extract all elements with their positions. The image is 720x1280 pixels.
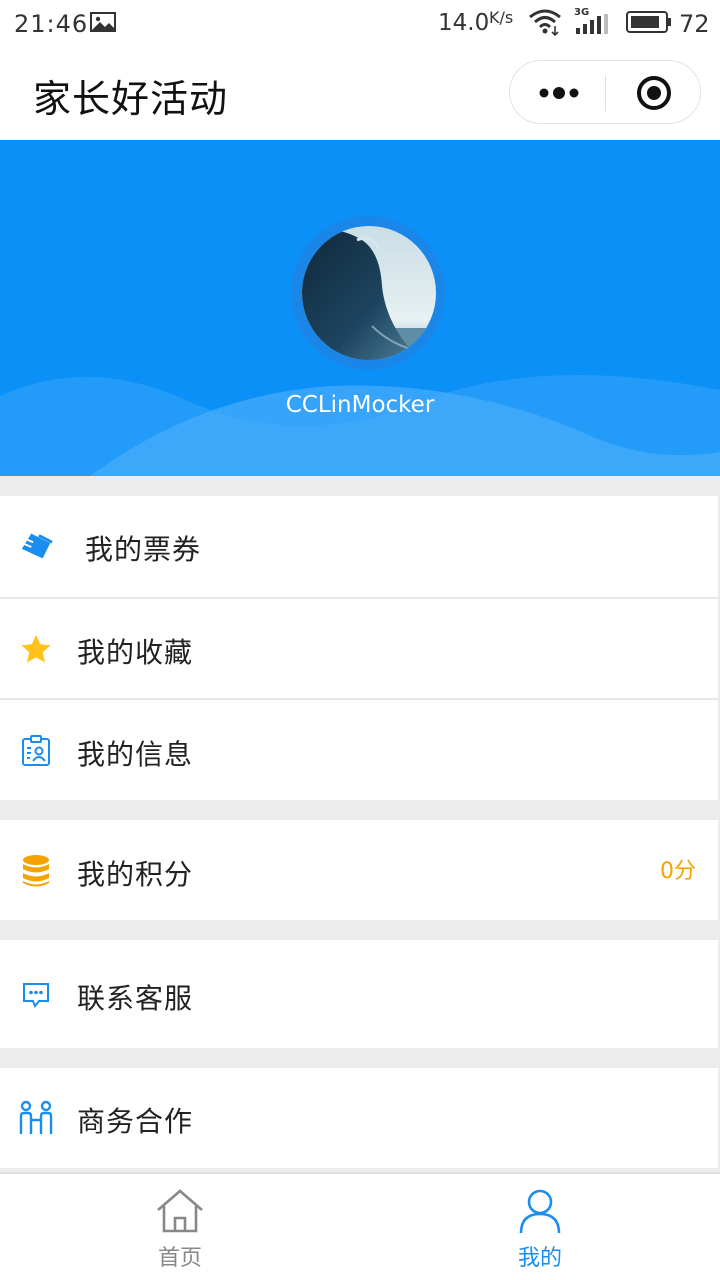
username: CCLinMocker: [285, 392, 435, 418]
status-time: 21:46: [14, 10, 89, 38]
menu-item-info[interactable]: 我的信息: [0, 700, 718, 800]
user-icon: [519, 1189, 561, 1234]
ticket-icon: [18, 528, 54, 564]
capsule-divider: [605, 75, 606, 111]
menu-label-support: 联系客服: [77, 982, 194, 1015]
profile-header: CCLinMocker: [0, 140, 720, 476]
signal-icon: [576, 14, 608, 34]
gallery-icon: [90, 12, 116, 32]
avatar[interactable]: [302, 226, 436, 360]
net-speed: 14.0: [438, 10, 490, 36]
points-value: 0分: [660, 859, 696, 884]
menu-item-favorites[interactable]: 我的收藏: [0, 599, 718, 698]
partners-icon: [18, 1100, 54, 1136]
more-dots-icon: [539, 87, 579, 99]
miniprogram-capsule: [509, 60, 701, 124]
tab-label-mine: 我的: [517, 1246, 562, 1271]
chat-bubble-icon: [18, 977, 54, 1013]
tab-mine[interactable]: 我的: [360, 1174, 720, 1280]
tab-home[interactable]: 首页: [0, 1174, 360, 1280]
battery-icon: [626, 11, 671, 33]
menu-item-points[interactable]: 我的积分 0分: [0, 820, 718, 920]
id-badge-icon: [18, 733, 54, 769]
battery-level: 72: [679, 10, 710, 38]
menu-label-info: 我的信息: [77, 738, 194, 771]
navbar: 家长好活动: [0, 48, 720, 140]
menu-label-points: 我的积分: [77, 858, 194, 891]
more-button[interactable]: [532, 75, 586, 111]
tab-label-home: 首页: [157, 1246, 202, 1271]
menu-label-tickets: 我的票券: [85, 533, 202, 566]
home-icon: [157, 1189, 203, 1233]
menu-label-business: 商务合作: [77, 1105, 194, 1138]
tab-bar: 首页 我的: [0, 1172, 720, 1280]
menu-item-business[interactable]: 商务合作: [0, 1068, 718, 1168]
page-title: 家长好活动: [33, 77, 229, 121]
menu-item-support[interactable]: 联系客服: [0, 940, 718, 1048]
close-circle-icon: [637, 76, 671, 110]
menu-item-tickets[interactable]: 我的票券: [0, 496, 718, 597]
wifi-icon: [529, 9, 561, 36]
net-speed-unit: K/s: [489, 8, 514, 27]
close-button[interactable]: [626, 73, 682, 113]
avatar-image: [302, 226, 436, 360]
coins-icon: [18, 853, 54, 889]
status-bar: 21:46 14.0 K/s 3G 72: [0, 0, 720, 48]
star-icon: [18, 631, 54, 667]
menu-label-favorites: 我的收藏: [77, 636, 194, 669]
